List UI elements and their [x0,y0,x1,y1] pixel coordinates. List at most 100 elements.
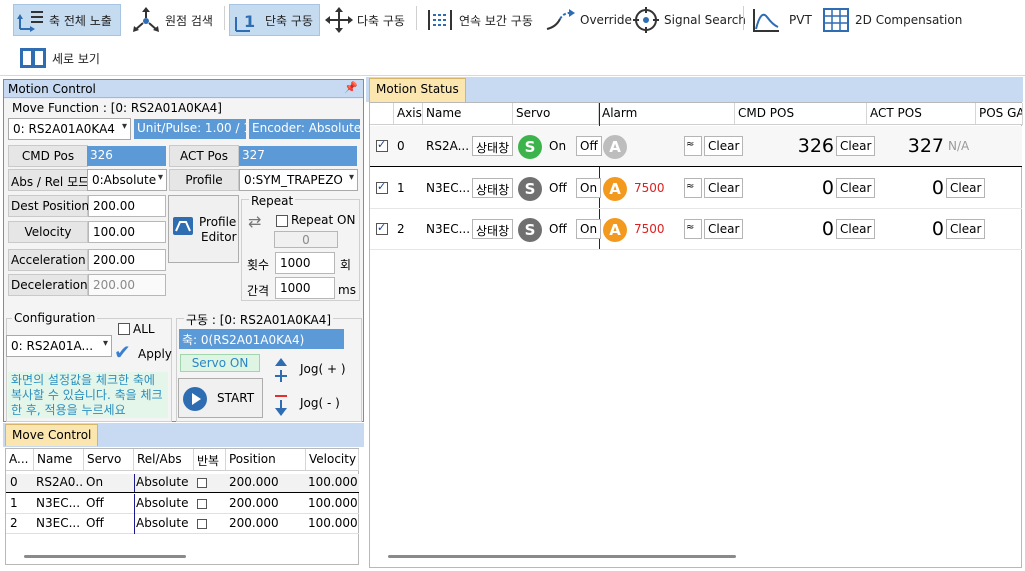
column-header[interactable]: A... [6,449,34,471]
column-header[interactable]: Servo [513,103,599,125]
alarm-reset-icon[interactable]: ≈ [684,178,702,198]
cmd-pos-clear-button[interactable]: Clear [836,136,876,156]
repeat-on-checkbox[interactable] [276,215,288,227]
repeat-checkbox[interactable] [197,478,207,488]
toolbar-label: 세로 보기 [52,51,100,66]
velocity-field[interactable]: 100.00 [88,221,166,243]
profile-editor-button[interactable]: Profile Editor [168,195,239,263]
all-checkbox[interactable] [118,323,130,335]
configuration-select[interactable]: 0: RS2A01A... ▾ [6,335,112,357]
acceleration-field[interactable]: 200.00 [88,249,166,271]
horizontal-scrollbar[interactable] [24,555,186,558]
repeat-checkbox[interactable] [197,519,207,529]
toolbar-origin-search-button[interactable]: 원점 검색 [128,4,216,36]
toolbar-2d-compensation-button[interactable]: 2D Compensation [818,4,965,36]
alarm-status-icon: A [603,218,627,242]
table-row[interactable]: 0 RS2A... 상태창 S On Off A ≈ Clear 326 Cle… [370,126,1022,167]
deceleration-field[interactable]: 200.00 [88,274,166,296]
toolbar: 축 전체 노출 원점 검색 1 단축 구동 다축 구동 연속 보간 구동 Ove… [0,0,1025,76]
status-window-button[interactable]: 상태창 [472,136,514,156]
jog-plus-button[interactable]: Jog( + ) [270,358,360,382]
tab-move-control[interactable]: Move Control [5,424,99,446]
cell-act-pos: 327 [907,135,944,157]
configuration-value: 0: RS2A01A... [11,339,94,353]
column-header[interactable]: Alarm [599,103,735,125]
toolbar-signal-search-button[interactable]: Signal Search [629,4,749,36]
apply-button[interactable]: ✔ Apply [114,340,172,364]
times-field[interactable]: 1000 [275,252,335,274]
interval-unit: ms [338,283,356,297]
profile-editor-icon [173,217,193,235]
table-row[interactable]: 0 RS2A0... On Absolute 200.000 100.000 [6,474,359,493]
table-row[interactable]: 2 N3EC... Off Absolute 200.000 100.000 [6,514,359,534]
column-header[interactable]: POS GA [976,103,1023,125]
jog-up-icon [275,358,287,382]
start-button[interactable]: START [178,378,263,418]
table-row[interactable]: 2 N3EC... 상태창 S Off On A 7500 ≈ Clear 0 … [370,209,1022,250]
cell-act-pos: 0 [931,218,944,240]
vertical-view-icon [20,48,46,68]
panel-title: Motion Control [8,82,96,96]
servo-toggle-button[interactable]: Off [576,136,602,156]
interval-field[interactable]: 1000 [275,277,335,299]
column-header[interactable]: Name [34,449,84,471]
servo-on-button[interactable]: Servo ON [180,354,260,372]
toolbar-pvt-button[interactable]: PVT [748,4,815,36]
pin-icon[interactable]: 📌 [344,81,358,94]
column-header[interactable]: CMD POS [735,103,867,125]
column-header[interactable]: Velocity [306,449,359,471]
row-checkbox[interactable] [376,221,388,235]
encoder-display: Encoder: Absolute [249,119,360,139]
apply-label: Apply [138,347,172,361]
status-window-button[interactable]: 상태창 [472,219,514,239]
column-header[interactable]: Name [423,103,513,125]
column-header[interactable]: Rel/Abs [134,449,194,471]
toolbar-interpolation-button[interactable]: 연속 보간 구동 [422,4,536,36]
horizontal-scrollbar[interactable] [388,555,736,558]
axis-select[interactable]: 0: RS2A01A0KA4 ▾ [8,118,131,140]
profile-select[interactable]: 0:SYM_TRAPEZO ▾ [239,169,358,191]
act-pos-clear-button[interactable]: Clear [946,178,986,198]
toolbar-axes-expand-button[interactable]: 축 전체 노출 [13,4,121,36]
times-label: 횟수 [247,258,270,272]
act-pos-clear-button[interactable]: Clear [946,219,986,239]
table-row[interactable]: 1 N3EC... 상태창 S Off On A 7500 ≈ Clear 0 … [370,168,1022,209]
servo-toggle-button[interactable]: On [576,178,602,198]
cmd-pos-clear-button[interactable]: Clear [836,219,876,239]
alarm-reset-icon[interactable]: ≈ [684,136,702,156]
abs-rel-select[interactable]: 0:Absolute ▾ [87,169,167,191]
jog-minus-button[interactable]: Jog( - ) [270,392,360,416]
dest-position-field[interactable]: 200.00 [88,195,166,217]
cmd-pos-clear-button[interactable]: Clear [836,178,876,198]
column-header[interactable]: Servo [84,449,134,471]
alarm-clear-button[interactable]: Clear [704,136,744,156]
toolbar-multi-axis-button[interactable]: 다축 구동 [322,4,408,36]
column-header[interactable]: 반복 [194,449,226,471]
column-header-corner [370,103,394,125]
tab-motion-status[interactable]: Motion Status [369,78,466,102]
interpolation-icon [428,10,452,30]
toolbar-single-axis-button[interactable]: 1 단축 구동 [229,4,320,36]
column-header[interactable]: Axis [394,103,423,125]
servo-status-icon: S [518,177,542,201]
table-row[interactable]: 1 N3EC... Off Absolute 200.000 100.000 [6,494,359,514]
toolbar-vertical-view-button[interactable]: 세로 보기 [15,42,103,74]
row-checkbox[interactable] [376,180,388,194]
alarm-clear-button[interactable]: Clear [704,178,744,198]
cell-name: N3EC... [426,222,470,236]
status-window-button[interactable]: 상태창 [472,178,514,198]
alarm-reset-icon[interactable]: ≈ [684,219,702,239]
servo-toggle-button[interactable]: On [576,219,602,239]
column-header[interactable]: Position [226,449,306,471]
cell-name: RS2A... [426,139,470,153]
column-header[interactable]: ACT POS [867,103,976,125]
repeat-checkbox[interactable] [197,499,207,509]
cell-alarm-code: 7500 [634,222,665,236]
motion-control-panel: Motion Control 📌 Move Function : [0: RS2… [3,79,364,422]
row-checkbox[interactable] [376,138,388,152]
cell-servo-state: On [549,139,567,153]
alarm-clear-button[interactable]: Clear [704,219,744,239]
toolbar-label: 축 전체 노출 [49,13,112,28]
cell-name: RS2A0... [36,475,82,489]
toolbar-override-button[interactable]: Override [541,4,635,36]
